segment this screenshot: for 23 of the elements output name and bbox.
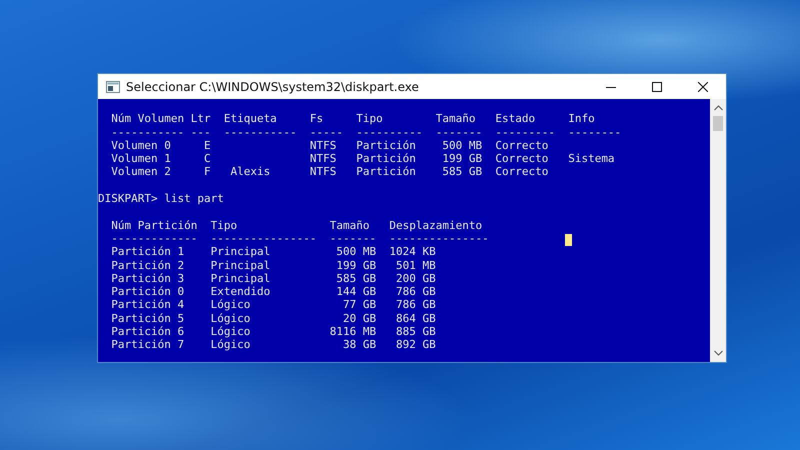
console-icon bbox=[106, 80, 120, 92]
console-line: ----------- --- ----------- ----- ---------- ------- --------- -------- bbox=[110, 126, 622, 139]
scrollbar-thumb[interactable] bbox=[713, 116, 723, 131]
console-line: Partición 3 Principal 585 GB 200 GB bbox=[110, 272, 436, 286]
console-line: Partición 6 Lógico 8116 MB 885 GB bbox=[110, 325, 436, 338]
console-line: DISKPART> list part bbox=[98, 192, 224, 206]
text-cursor bbox=[565, 234, 572, 246]
console-line: Partición 5 Lógico 20 GB 864 GB bbox=[110, 312, 436, 326]
console-line: Partición 7 Lógico 38 GB 892 GB bbox=[110, 338, 436, 352]
console-line: Volumen 0 E NTFS Partición 500 MB Correcto bbox=[110, 138, 548, 152]
console-line: ------------- ---------------- ------- --------------- bbox=[110, 232, 489, 246]
console-line: Partición 4 Lógico 77 GB 786 GB bbox=[110, 298, 436, 312]
console-line: Núm Volumen Ltr Etiqueta Fs Tipo Tamaño Estado Info bbox=[110, 112, 595, 126]
console-line: Partición 1 Principal 500 MB 1024 KB bbox=[110, 245, 436, 259]
console-line: Partición 0 Extendido 144 GB 786 GB bbox=[110, 285, 436, 298]
window-title: Seleccionar C:\WINDOWS\system32\diskpart.exe bbox=[126, 80, 420, 94]
close-icon bbox=[698, 82, 708, 92]
console-line: Partición 2 Principal 199 GB 501 MB bbox=[110, 258, 436, 272]
console-line: Volumen 2 F Alexis NTFS Partición 585 GB Correcto bbox=[110, 165, 548, 179]
console-line: Volumen 1 C NTFS Partición 199 GB Correcto Sistema bbox=[110, 152, 615, 166]
scrollbar[interactable] bbox=[710, 99, 726, 362]
console-line: Núm Partición Tipo Tamaño Desplazamiento bbox=[110, 218, 482, 232]
maximize-icon bbox=[652, 82, 662, 92]
